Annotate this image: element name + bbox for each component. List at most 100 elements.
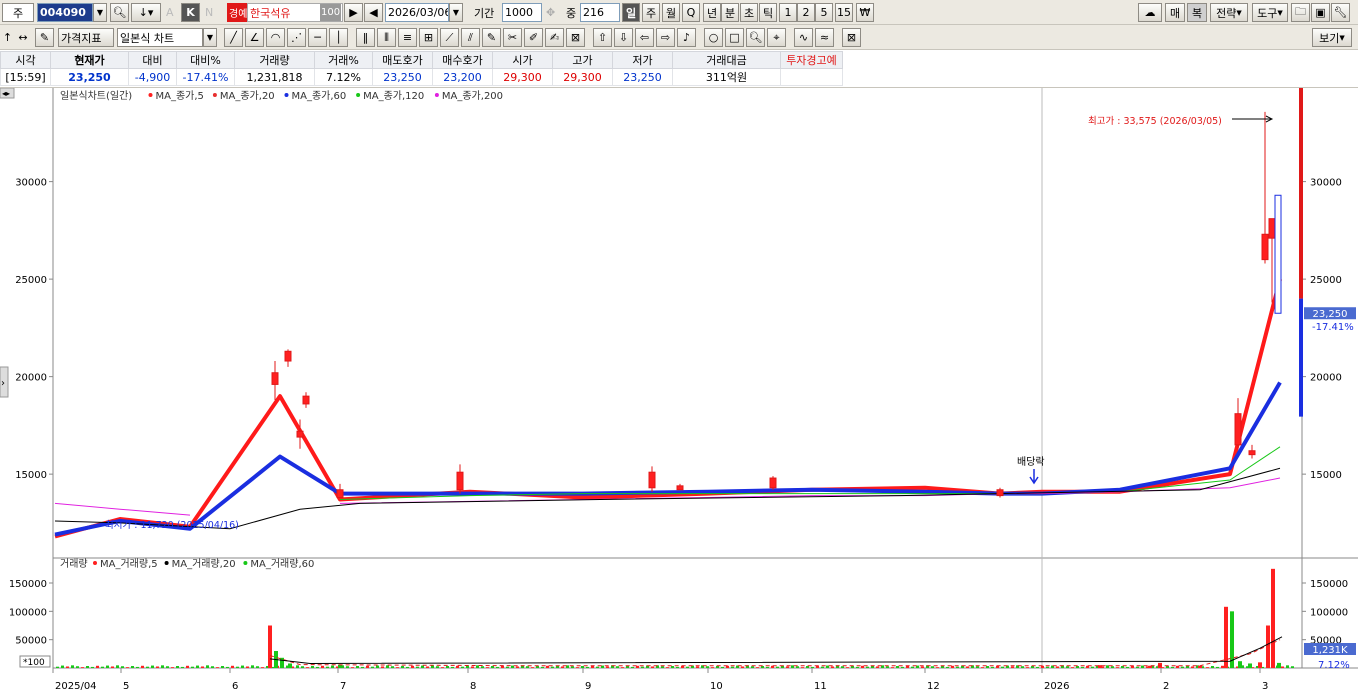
interval-1-button[interactable]: 주: [642, 3, 660, 22]
buy-button[interactable]: 매: [1165, 3, 1185, 22]
arrow-down-tool-button[interactable]: ⇩: [614, 28, 633, 47]
strategy-button[interactable]: 전략 ▼: [1210, 3, 1248, 22]
rect-tool-button[interactable]: □: [725, 28, 744, 47]
candle-body-3: [302, 395, 310, 405]
marker-tool-button[interactable]: ✐: [524, 28, 543, 47]
interval-8-button[interactable]: 1: [779, 3, 797, 22]
eraser-tool-button[interactable]: ✎: [482, 28, 501, 47]
arc-tool-button[interactable]: ◠: [266, 28, 285, 47]
quote-value-1: 23,250: [50, 68, 129, 86]
interval-7-button[interactable]: 틱: [759, 3, 777, 22]
marker-icon: ✐: [528, 31, 539, 44]
view-button[interactable]: 보기 ▼: [1312, 28, 1352, 47]
circle-tool-button[interactable]: ○: [704, 28, 723, 47]
settings-button[interactable]: 🔧︎: [1331, 3, 1350, 22]
resize-button[interactable]: ↔: [14, 28, 32, 47]
chevron-down-icon: ▼: [206, 33, 214, 42]
delete-tool-button[interactable]: ⊠: [842, 28, 861, 47]
tools-button[interactable]: 도구 ▼: [1252, 3, 1288, 22]
memo-tool-button[interactable]: ♪: [677, 28, 696, 47]
quote-value-0: [15:59]: [0, 68, 51, 86]
price-tick-label-left-3: 30000: [15, 178, 47, 189]
x-tick-label-8: 12: [927, 681, 940, 691]
play-next-button[interactable]: ▶: [344, 3, 363, 22]
sort-button[interactable]: ↓▾: [131, 3, 161, 22]
interval-3-button[interactable]: Q: [682, 3, 700, 22]
cloud-button[interactable]: ☁: [1138, 3, 1162, 22]
quote-value-6: 23,250: [372, 68, 433, 86]
trend-tool-button[interactable]: ⟋: [440, 28, 459, 47]
volume-bar-base: [976, 666, 979, 668]
up-arrow-button[interactable]: ↑: [1, 28, 14, 47]
volume-percent-label: 7.12%: [1318, 660, 1350, 671]
text-tool-button[interactable]: ✍: [545, 28, 564, 47]
code-dropdown-button[interactable]: ▼: [93, 3, 107, 22]
interval-2-button[interactable]: 월: [662, 3, 680, 22]
box-tool-button[interactable]: ⊞: [419, 28, 438, 47]
horizontal-line-tool-button[interactable]: ─: [308, 28, 327, 47]
channel-tool-button[interactable]: ≡: [398, 28, 417, 47]
search-button[interactable]: 🔍︎: [110, 3, 129, 22]
compound-button[interactable]: 복: [1187, 3, 1207, 22]
arrow-up-tool-button[interactable]: ⇧: [593, 28, 612, 47]
quote-value-9: 29,300: [552, 68, 613, 86]
date-input[interactable]: 2026/03/06: [385, 3, 449, 22]
angle-line-tool-button[interactable]: ∠: [245, 28, 264, 47]
cycle-tool-button[interactable]: ⦀: [377, 28, 396, 47]
volume-bar-base: [921, 666, 924, 668]
count-label: 중: [566, 6, 577, 20]
move-icon[interactable]: ✥: [546, 3, 555, 22]
indicator-label: 가격지표: [61, 31, 102, 45]
chart-type-select[interactable]: 일본식 차트: [117, 28, 203, 47]
zoom-tool-button[interactable]: 🔍︎: [746, 28, 765, 47]
stock-code-input[interactable]: 004090: [37, 3, 93, 22]
volume-bar-15: [1271, 568, 1275, 668]
volume-bar-base: [486, 667, 489, 668]
interval-5-button[interactable]: 분: [721, 3, 739, 22]
period-input[interactable]: 1000: [502, 3, 542, 22]
save-button[interactable]: ▣: [1311, 3, 1330, 22]
k-button[interactable]: K: [181, 3, 200, 22]
fit-tool-button[interactable]: ⌖: [767, 28, 786, 47]
vertical-line-tool-button[interactable]: │: [329, 28, 348, 47]
volume-bar-base: [361, 666, 364, 668]
parallel-tool-button[interactable]: ⫽: [461, 28, 480, 47]
expand-icon: ◂▸: [2, 89, 10, 98]
line-tool-button[interactable]: ╱: [224, 28, 243, 47]
wave2-icon: ≈: [819, 31, 830, 44]
volume-bar-base: [136, 666, 139, 668]
interval-0-button[interactable]: 일: [622, 3, 640, 22]
count-input[interactable]: 216: [580, 3, 620, 22]
folder-button[interactable]: 🗀: [1291, 3, 1310, 22]
indicator-button[interactable]: 가격지표: [58, 28, 114, 47]
arrow-right-tool-button[interactable]: ⇨: [656, 28, 675, 47]
arrow-left-tool-button[interactable]: ⇦: [635, 28, 654, 47]
grid-tool-button[interactable]: ‖: [356, 28, 375, 47]
ratio-box: 100: [320, 4, 342, 21]
edit-button[interactable]: ✎: [35, 28, 54, 47]
chart-type-dropdown[interactable]: ▼: [203, 28, 217, 47]
view-label: 보기: [1319, 31, 1340, 45]
interval-6-button[interactable]: 초: [740, 3, 758, 22]
interval-12-button[interactable]: ₩: [856, 3, 874, 22]
price-legend-item-2: MA_종가,60: [292, 90, 347, 102]
wave1-tool-button[interactable]: ∿: [794, 28, 813, 47]
fan-tool-button[interactable]: ⋰: [287, 28, 306, 47]
volume-bar-base: [876, 666, 879, 668]
price-chart[interactable]: ◂▸ › 15000 15000 20000 20000 25000 25000 30000 30…: [0, 88, 1358, 691]
volume-bar-base: [236, 666, 239, 668]
interval-4-button[interactable]: 년: [703, 3, 721, 22]
wave2-tool-button[interactable]: ≈: [815, 28, 834, 47]
select-tool-button[interactable]: ⊠: [566, 28, 585, 47]
magic-tool-button[interactable]: ✂: [503, 28, 522, 47]
volume-bar-base: [891, 667, 894, 668]
interval-11-button[interactable]: 15: [835, 3, 853, 22]
date-dropdown-button[interactable]: ▼: [449, 3, 463, 22]
market-type-select[interactable]: 주: [2, 3, 34, 22]
interval-10-button[interactable]: 5: [815, 3, 833, 22]
n-label: N: [205, 6, 214, 19]
volume-bar-base: [116, 665, 119, 668]
interval-9-button[interactable]: 2: [797, 3, 815, 22]
play-prev-button[interactable]: ◀: [364, 3, 383, 22]
volume-bar-base: [551, 666, 554, 668]
